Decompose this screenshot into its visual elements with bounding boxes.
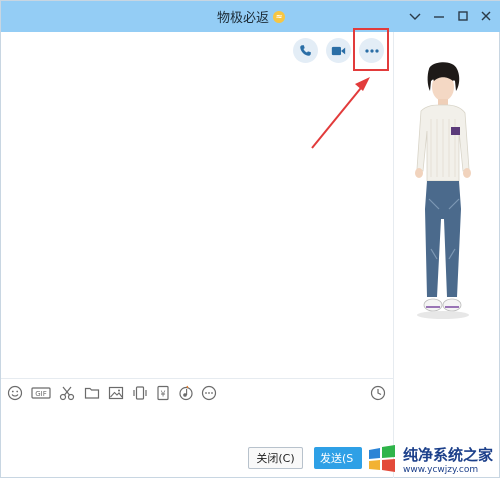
shake-window-icon[interactable] bbox=[132, 385, 148, 401]
chat-window: 物极必返 ≈ GIF ¥ 关闭(C) 发送(S 纯净系统之家 www.ycwjz… bbox=[0, 0, 500, 478]
voice-call-button[interactable] bbox=[293, 38, 318, 63]
more-icon[interactable] bbox=[201, 385, 217, 401]
history-clock-icon[interactable] bbox=[370, 385, 386, 401]
minimize-icon[interactable] bbox=[432, 9, 446, 23]
window-title: 物极必返 bbox=[216, 11, 269, 26]
close-button[interactable]: 关闭(C) bbox=[248, 447, 303, 469]
watermark-title: 纯净系统之家 bbox=[403, 445, 494, 464]
send-button[interactable]: 发送(S bbox=[314, 447, 362, 469]
toolbar-divider bbox=[1, 378, 393, 379]
red-packet-label: ¥ bbox=[160, 390, 165, 399]
gif-icon[interactable]: GIF bbox=[31, 385, 51, 401]
windows-logo-icon bbox=[369, 445, 395, 472]
side-divider bbox=[393, 32, 394, 478]
watermark: 纯净系统之家 www.ycwjzy.com bbox=[365, 439, 500, 478]
highlight-box bbox=[353, 28, 389, 71]
folder-icon[interactable] bbox=[84, 385, 100, 401]
phone-icon bbox=[300, 45, 311, 56]
close-icon[interactable] bbox=[479, 9, 493, 23]
emoji-icon[interactable] bbox=[7, 385, 23, 401]
chevron-down-icon[interactable] bbox=[408, 9, 422, 23]
screenshot-scissors-icon[interactable] bbox=[59, 385, 75, 401]
video-camera-icon bbox=[331, 46, 346, 55]
image-icon[interactable] bbox=[108, 385, 124, 401]
gif-label: GIF bbox=[35, 390, 47, 398]
title-bar[interactable]: 物极必返 ≈ bbox=[1, 1, 500, 32]
video-call-button[interactable] bbox=[326, 38, 351, 63]
maximize-icon[interactable] bbox=[456, 9, 470, 23]
avatar-show-image bbox=[415, 62, 471, 319]
red-packet-icon[interactable]: ¥ bbox=[155, 385, 171, 401]
watermark-url: www.ycwjzy.com bbox=[403, 464, 479, 475]
vip-badge-icon: ≈ bbox=[273, 10, 285, 23]
music-icon[interactable] bbox=[178, 385, 194, 401]
arrow-annotation bbox=[311, 77, 370, 149]
